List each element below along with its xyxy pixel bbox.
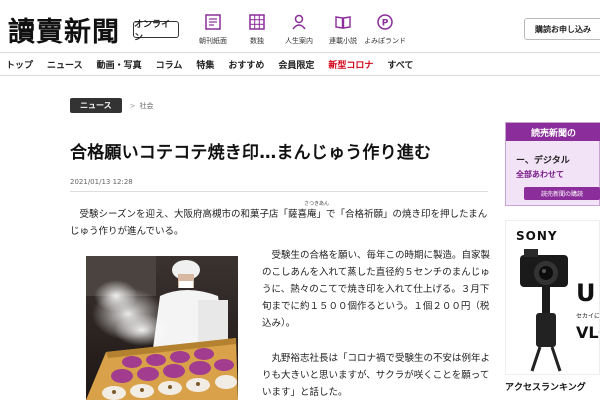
manju-photo-image [86,256,238,400]
breadcrumb-news-tag[interactable]: ニュース [70,98,122,113]
right-sidebar: 読売新聞の ー、デジタル 全部あわせて 読売新聞の購読 SONY U セカイに … [505,122,600,400]
header-nav-novel[interactable]: 連載小説 [320,12,366,46]
breadcrumb: ニュース > 社会 [70,98,153,113]
points-icon: P [375,12,395,32]
site-header: 讀賣新聞 オンライン 朝刊紙面 数独 人生案内 連載小説 P よみぽランド 購読… [0,0,600,52]
header-nav-label: 数独 [250,37,264,45]
header-nav-label: 人生案内 [285,37,313,45]
topnav-video-photo[interactable]: 動画・写真 [97,58,142,71]
promo-header: 読売新聞の [506,123,600,141]
subscription-promo[interactable]: 読売新聞の ー、デジタル 全部あわせて 読売新聞の購読 [505,122,600,206]
ad-vlog-text: VLO [576,323,599,342]
article-paragraph-2-text: 丸野裕志社長は「コロナ禍で受験生の不安は例年よりも大きいと思いますが、サクラが咲… [262,353,491,398]
topnav-feature[interactable]: 特集 [196,58,214,71]
topnav-all[interactable]: すべて [387,58,413,71]
breadcrumb-category[interactable]: 社会 [139,101,153,111]
topnav-recommended[interactable]: おすすめ [228,58,264,71]
ad-headline: U [576,279,596,307]
book-icon [333,12,353,32]
header-nav-sudoku[interactable]: 数独 [234,12,280,46]
article-paragraph-1: 受験生の合格を願い、毎年この時期に製造。自家製のこしあんを入れて蒸した直径約５セ… [262,247,492,332]
topnav-top[interactable]: トップ [6,58,33,71]
promo-line-accent: 全部あわせて [516,170,564,179]
promo-subscribe-button[interactable]: 読売新聞の購読 [524,187,600,200]
newspaper-icon [203,12,223,32]
article-paragraph-2: 丸野裕志社長は「コロナ禍で受験生の不安は例年よりも大きいと思いますが、サクラが咲… [262,350,492,400]
top-navigation: トップ ニュース 動画・写真 コラム 特集 おすすめ 会員限定 新型コロナ すべ… [0,52,600,76]
site-logo[interactable]: 讀賣新聞 [8,10,120,49]
article-photo[interactable] [86,256,238,400]
header-nav-jinsei[interactable]: 人生案内 [276,12,322,46]
access-ranking-heading: アクセスランキング [505,383,586,393]
article-lead: 受験シーズンを迎え、大阪府高槻市の和菓子店「薩喜庵」で「合格祈願」の焼き印を押し… [70,206,490,240]
breadcrumb-chevron-icon: > [129,101,136,110]
header-nav-label: 朝刊紙面 [199,37,227,45]
topnav-news[interactable]: ニュース [47,58,83,71]
ad-tagline: セカイに [576,313,600,320]
promo-line: ー、デジタル [516,156,570,166]
grid-icon [247,12,267,32]
subscribe-button[interactable]: 購読お申し込み [524,18,600,40]
online-badge: オンライン [133,20,179,43]
topnav-members[interactable]: 会員限定 [278,58,314,71]
article-title: 合格願いコテコテ焼き印…まんじゅう作り進む [70,143,432,163]
header-nav-chokan[interactable]: 朝刊紙面 [190,12,236,46]
header-nav-yomipo[interactable]: P よみぽランド [362,12,408,46]
divider [70,191,488,192]
article-paragraph-1-text: 受験生の合格を願い、毎年この時期に製造。自家製のこしあんを入れて蒸した直径約５セ… [262,250,491,329]
header-nav-label: 連載小説 [329,37,357,45]
article-timestamp: 2021/01/13 12:28 [70,178,133,186]
header-nav-label: よみぽランド [364,37,406,45]
sony-advertisement[interactable]: SONY U セカイに VLO [505,220,600,375]
person-icon [289,12,309,32]
svg-text:P: P [382,19,389,29]
topnav-column[interactable]: コラム [156,58,183,71]
article-lead-text: 受験シーズンを迎え、大阪府高槻市の和菓子店「薩喜庵」で「合格祈願」の焼き印を押し… [70,209,488,237]
topnav-covid[interactable]: 新型コロナ [328,58,373,71]
